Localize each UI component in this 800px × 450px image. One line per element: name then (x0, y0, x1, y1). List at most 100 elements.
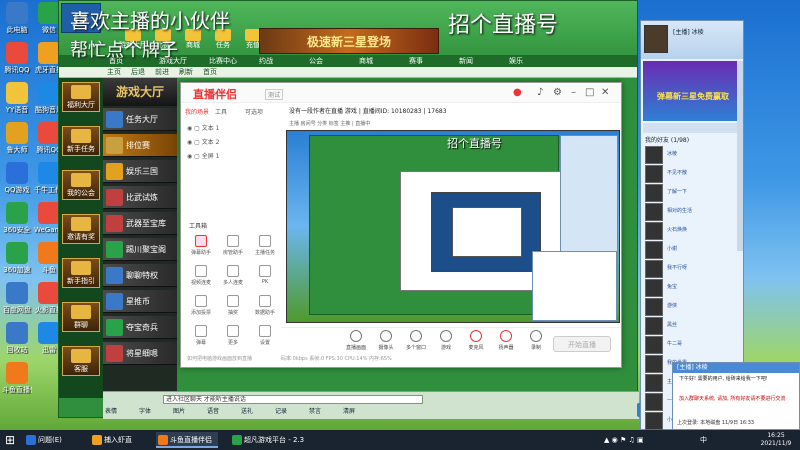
friend-list-item[interactable]: 游侠 (645, 297, 741, 317)
chat-tool-button[interactable]: 表情 (105, 407, 117, 416)
friend-list-item[interactable]: 小谢 (645, 240, 741, 260)
tool-button[interactable]: 抽奖 (219, 295, 247, 323)
bottom-tool-button[interactable]: 麦克风 (461, 330, 491, 351)
friend-list-item[interactable]: 不见不散 (645, 164, 741, 184)
desktop-icon[interactable]: 360加速 (2, 242, 32, 274)
tool-button[interactable]: 添加投票 (187, 295, 215, 323)
tool-button[interactable]: 视频连麦 (187, 265, 215, 293)
left-column-item[interactable]: 新手任务 (62, 126, 100, 156)
bottom-tool-button[interactable]: 多个窗口 (401, 330, 431, 351)
tool-button[interactable]: 多人连麦 (219, 265, 247, 293)
game-list-item[interactable]: 踢川聚宝阁 (103, 238, 177, 261)
tray-icons[interactable]: ▲ ◉ ⚑ ♫ ▣ (604, 430, 644, 450)
chat-tool-button[interactable]: 图片 (173, 407, 185, 416)
taskbar-item[interactable]: 捕入虾直 (90, 432, 152, 448)
left-column-item[interactable]: 新手指引 (62, 258, 100, 288)
desktop-icon[interactable]: 鲁大师 (2, 122, 32, 154)
tool-button[interactable]: PK (251, 265, 279, 293)
chat-tool-button[interactable]: 禁言 (309, 407, 321, 416)
desktop-icon[interactable]: 腾讯QQ (2, 42, 32, 74)
tool-button[interactable]: 数据助手 (251, 295, 279, 323)
settings-icon[interactable]: ⚙ (553, 87, 562, 98)
minimize-icon[interactable]: – (571, 87, 576, 98)
chat-message-red[interactable]: 加入群聊天系统, 请加, 所有好友请不要进行交流 (679, 396, 797, 403)
maximize-icon[interactable]: □ (585, 87, 594, 98)
lock-icon[interactable]: ▢ (194, 125, 202, 132)
tool-button[interactable]: 设置 (251, 325, 279, 353)
taskbar-item[interactable]: 超凡游戏平台 - 2.3 (230, 432, 304, 448)
friend-list-item[interactable]: 兔宝 (645, 278, 741, 298)
left-column-item[interactable]: 群聊 (62, 302, 100, 332)
chat-input[interactable]: 进入社区聊天 才能听主播说话 (163, 395, 423, 404)
help-tip[interactable]: 如何把电脑游戏画面放到直播 (187, 355, 252, 362)
left-column-item[interactable]: 邀请有奖 (62, 214, 100, 244)
left-column-item[interactable]: 客服 (62, 346, 100, 376)
panel-ad-banner[interactable]: 弹幕新三星免费赢取 (643, 61, 743, 121)
windows-start-icon[interactable]: ⊞ (0, 430, 20, 450)
start-live-button[interactable]: 开始直播 (553, 336, 611, 352)
game-list-item[interactable]: 排位赛 (103, 134, 177, 157)
left-column-item[interactable]: 我的公会 (62, 170, 100, 200)
scene-row[interactable]: ◉ ▢ 文本 1 (187, 123, 219, 135)
stream-tab[interactable]: 工具 (215, 107, 227, 119)
bottom-tool-button[interactable]: 摄像头 (371, 330, 401, 351)
panel-scrollbar[interactable] (737, 61, 743, 251)
subnav-item[interactable]: 后退 (131, 67, 145, 78)
tool-button[interactable]: 主播任务 (251, 235, 279, 263)
desktop-icon[interactable]: 百度网盘 (2, 282, 32, 314)
game-list-item[interactable]: 星推币 (103, 290, 177, 313)
tool-button[interactable]: 弹幕助手 (187, 235, 215, 263)
scene-row[interactable]: ◉ ▢ 全屏 1 (187, 151, 219, 163)
friend-group-title[interactable]: 我的好友 (1/98) (645, 135, 689, 144)
panel-tabbar[interactable] (643, 123, 743, 133)
bottom-tool-button[interactable]: 游戏 (431, 330, 461, 351)
lock-icon[interactable]: ▢ (194, 153, 202, 160)
taskbar-clock[interactable]: 16:25 2021/11/9 (756, 432, 796, 448)
friend-list-item[interactable]: 相对的生活 (645, 202, 741, 222)
lock-icon[interactable]: ▢ (194, 139, 202, 146)
game-list-item[interactable]: 娱乐三国 (103, 160, 177, 183)
desktop-icon[interactable]: QQ游戏 (2, 162, 32, 194)
scene-row[interactable]: ◉ ▢ 文本 2 (187, 137, 219, 149)
subnav-item[interactable]: 主页 (107, 67, 121, 78)
bell-icon[interactable]: ♪ (537, 87, 543, 98)
taskbar-item[interactable]: 问题(E) (24, 432, 86, 448)
bottom-tool-button[interactable]: 直播画面 (341, 330, 371, 351)
bottom-tool-button[interactable]: 录制 (521, 330, 551, 351)
chat-tool-button[interactable]: 字体 (139, 407, 151, 416)
game-list-item[interactable]: 武器至宝库 (103, 212, 177, 235)
avatar-icon[interactable]: ● (513, 87, 522, 98)
chat-tool-button[interactable]: 清屏 (343, 407, 355, 416)
stream-tab[interactable]: 我的场景 (185, 107, 209, 119)
game-list-item[interactable]: 夺宝奇兵 (103, 316, 177, 339)
friend-list-item[interactable]: 黑丝 (645, 316, 741, 336)
game-list-item[interactable]: 比武试炼 (103, 186, 177, 209)
close-icon[interactable]: ✕ (601, 87, 609, 98)
stream-tab[interactable]: 可选项 (245, 107, 263, 119)
friend-list-item[interactable]: 火石焕焕 (645, 221, 741, 241)
bottom-tool-button[interactable]: 扬声器 (491, 330, 521, 351)
game-list-item[interactable]: 聊聊特权 (103, 264, 177, 287)
subnav-item[interactable]: 首页 (203, 67, 217, 78)
left-column-item[interactable]: 福利大厅 (62, 82, 100, 112)
game-list-item[interactable]: 任务大厅 (103, 108, 177, 131)
chat-tool-button[interactable]: 记录 (275, 407, 287, 416)
tool-button[interactable]: 更多 (219, 325, 247, 353)
desktop-icon[interactable]: 回收站 (2, 322, 32, 354)
desktop-icon[interactable]: 此电脑 (2, 2, 32, 34)
subnav-item[interactable]: 前进 (155, 67, 169, 78)
game-list-item[interactable]: 将星细嗯 (103, 342, 177, 365)
chat-tool-button[interactable]: 语音 (207, 407, 219, 416)
promo-banner[interactable]: 极速新三星登场 (259, 28, 439, 54)
tool-button[interactable]: 弹幕 (187, 325, 215, 353)
subnav-item[interactable]: 刷新 (179, 67, 193, 78)
friend-list-item[interactable]: 我不行呀 (645, 259, 741, 279)
desktop-icon[interactable]: 斗鱼直播伴侣 (2, 362, 32, 394)
chat-tool-button[interactable]: 送礼 (241, 407, 253, 416)
ime-indicator[interactable]: 中 (700, 430, 707, 450)
friend-list-item[interactable]: 冰棱 (645, 145, 741, 165)
tool-button[interactable]: 房管助手 (219, 235, 247, 263)
friend-list-item[interactable]: 牛二哥 (645, 335, 741, 355)
friend-list-item[interactable]: 了解一下 (645, 183, 741, 203)
desktop-icon[interactable]: YY语音 (2, 82, 32, 114)
